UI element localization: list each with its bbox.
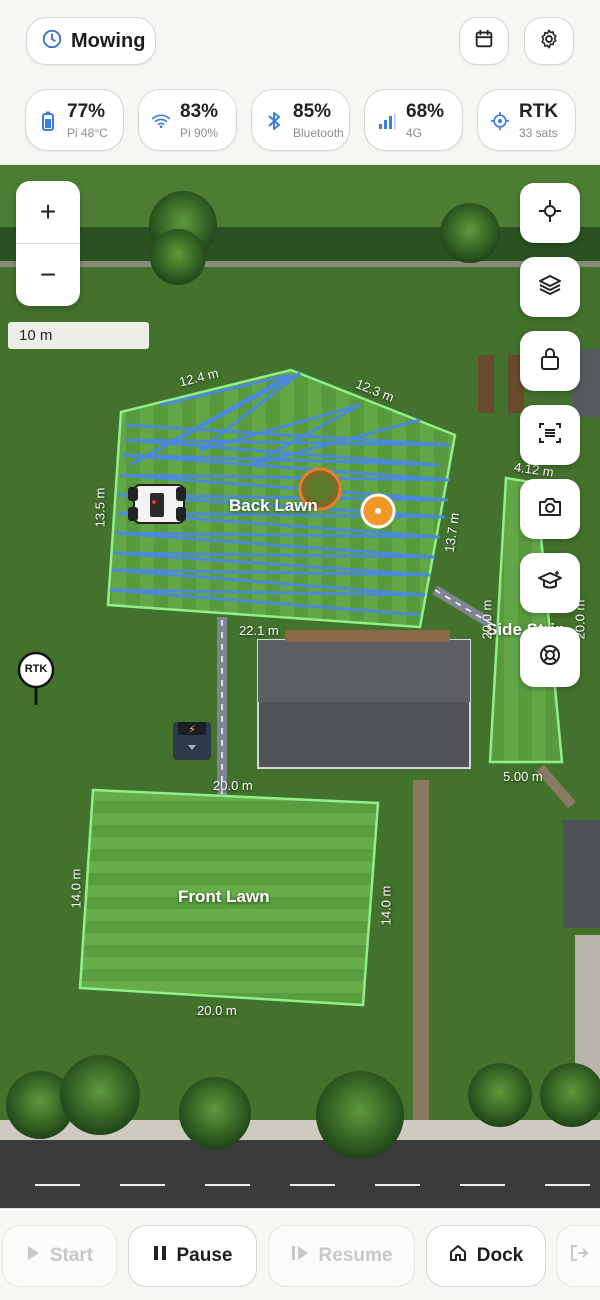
lifebuoy-icon (537, 642, 563, 673)
training-button[interactable] (520, 553, 580, 613)
wifi-sub: Pi 90% (180, 126, 219, 140)
graduation-cap-icon (537, 568, 563, 599)
calendar-icon (473, 28, 495, 55)
scale-bar: 10 m (8, 322, 149, 349)
start-label: Start (49, 1245, 94, 1266)
pause-label: Pause (176, 1245, 233, 1266)
bluetooth-icon (264, 111, 284, 131)
wifi-stat[interactable]: 83% Pi 90% (138, 89, 237, 151)
zoom-control: + − (16, 181, 80, 306)
cellular-value: 68% (406, 101, 445, 122)
battery-value: 77% (67, 101, 106, 122)
play-icon (26, 1245, 40, 1267)
battery-stat[interactable]: 77% Pi 48°C (25, 89, 124, 151)
rtk-marker-label: RTK (24, 663, 48, 675)
lock-icon (538, 346, 562, 377)
locate-button[interactable] (520, 183, 580, 243)
resume-button[interactable]: Resume (268, 1225, 415, 1287)
pause-icon (153, 1245, 167, 1267)
resume-icon (291, 1245, 309, 1267)
scan-icon (537, 420, 563, 451)
dim-back-bottom: 22.1 m (239, 623, 279, 638)
scan-button[interactable] (520, 405, 580, 465)
lock-button[interactable] (520, 331, 580, 391)
home-icon (449, 1244, 467, 1268)
dock-button[interactable]: Dock (426, 1225, 546, 1287)
top-header: Mowing 77% Pi 48°C 83% Pi 90% 85% Blueto… (0, 0, 600, 165)
mowing-status-pill[interactable]: Mowing (26, 17, 156, 65)
wifi-icon (151, 111, 171, 131)
mower-robot[interactable] (128, 484, 186, 524)
dim-side-left: 20.0 m (479, 599, 495, 640)
dim-front-right: 14.0 m (378, 885, 394, 926)
pause-button[interactable]: Pause (128, 1225, 257, 1287)
layers-button[interactable] (520, 257, 580, 317)
zone-label-front-lawn: Front Lawn (178, 887, 270, 906)
camera-button[interactable] (520, 479, 580, 539)
exit-icon (570, 1244, 588, 1268)
dim-side-bottom: 5.00 m (503, 769, 543, 784)
gps-sub: 33 sats (519, 126, 558, 140)
help-button[interactable] (520, 627, 580, 687)
gps-target-icon (490, 111, 510, 131)
zoom-in-button[interactable]: + (16, 181, 80, 243)
resume-label: Resume (318, 1245, 393, 1266)
action-bar: Start Pause Resume Dock (0, 1208, 600, 1300)
fence-top (0, 261, 600, 267)
settings-button[interactable] (524, 17, 574, 65)
bluetooth-value: 85% (293, 101, 332, 122)
dock-label: Dock (476, 1245, 524, 1266)
zone-label-back-lawn: Back Lawn (229, 496, 318, 515)
schedule-button[interactable] (459, 17, 509, 65)
battery-sub: Pi 48°C (67, 126, 108, 140)
exit-button[interactable] (556, 1225, 600, 1287)
bolt-icon: ⚡ (188, 723, 196, 736)
stats-row: 77% Pi 48°C 83% Pi 90% 85% Bluetooth 68%… (25, 89, 580, 151)
bluetooth-stat[interactable]: 85% Bluetooth (251, 89, 350, 151)
map-toolbar (520, 183, 580, 701)
bluetooth-sub: Bluetooth (293, 126, 344, 140)
dim-front-bottom: 20.0 m (197, 1003, 237, 1018)
crosshair-icon (537, 198, 563, 229)
cellular-icon (377, 111, 397, 131)
camera-icon (537, 494, 563, 525)
cellular-sub: 4G (406, 126, 423, 140)
gps-stat[interactable]: RTK 33 sats (477, 89, 576, 151)
map-view[interactable]: ⚡ Back Lawn Front Lawn Side 12.4 m 12.3 … (0, 165, 600, 1208)
gear-icon (538, 28, 560, 55)
dim-front-left: 14.0 m (68, 868, 84, 909)
zoom-out-button[interactable]: − (16, 244, 80, 306)
layers-icon (537, 272, 563, 303)
wifi-value: 83% (180, 101, 219, 122)
battery-icon (38, 111, 58, 131)
tree (440, 203, 500, 263)
clock-icon (41, 28, 63, 55)
dim-front-top: 20.0 m (213, 778, 253, 793)
gps-value: RTK (519, 101, 559, 122)
cellular-stat[interactable]: 68% 4G (364, 89, 463, 151)
start-button[interactable]: Start (2, 1225, 117, 1287)
status-label: Mowing (71, 29, 146, 52)
dim-back-left: 13.5 m (92, 487, 108, 528)
